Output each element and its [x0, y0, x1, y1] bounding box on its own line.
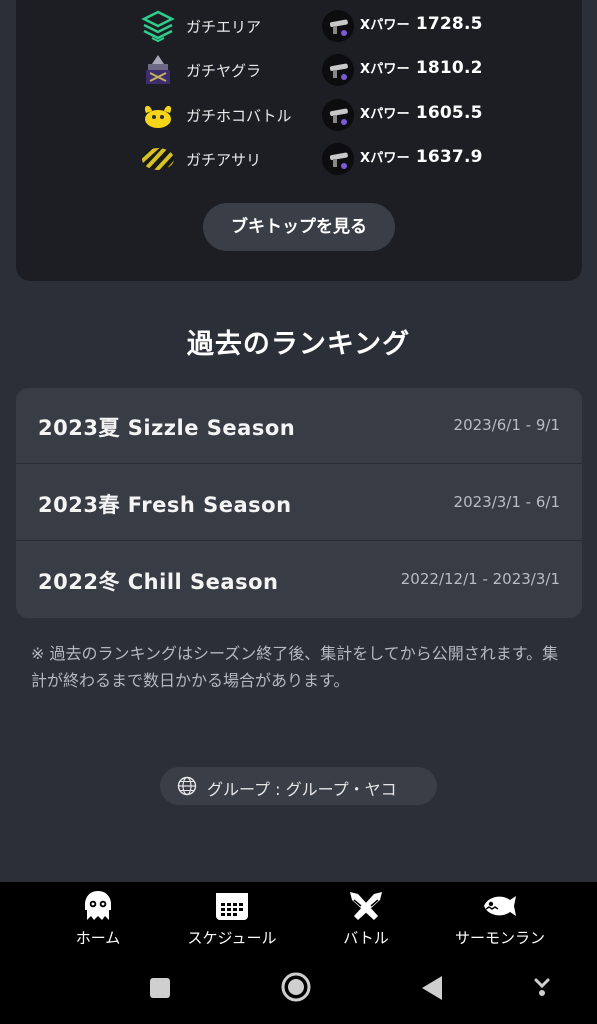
nav-label: ホーム: [75, 929, 121, 947]
season-dates: 2023/3/1 - 6/1: [453, 493, 560, 511]
mode-row-rainmaker: ガチホコバトル Xパワー 1605.5: [16, 95, 582, 135]
season-row-2022-winter[interactable]: 2022冬 Chill Season 2022/12/1 - 2023/3/1: [16, 542, 582, 618]
xpower-value: Xパワー 1728.5: [360, 14, 483, 34]
weapon-icon: [322, 99, 354, 131]
season-row-2023-summer[interactable]: 2023夏 Sizzle Season 2023/6/1 - 9/1: [16, 388, 582, 464]
season-dates: 2023/6/1 - 9/1: [453, 416, 560, 434]
nav-item-battle[interactable]: バトル: [326, 882, 406, 952]
xpower-value: Xパワー 1605.5: [360, 103, 483, 123]
squid-home-icon: [85, 891, 111, 920]
group-selector[interactable]: グループ : グループ・ヤコ: [160, 767, 437, 805]
xpower-value: Xパワー 1637.9: [360, 147, 483, 167]
recents-icon[interactable]: [148, 976, 172, 1000]
season-row-2023-spring[interactable]: 2023春 Fresh Season 2023/3/1 - 6/1: [16, 465, 582, 541]
weapon-icon: [322, 143, 354, 175]
salmon-icon: [484, 896, 516, 916]
nav-item-home[interactable]: ホーム: [58, 882, 138, 952]
view-weapon-top-button[interactable]: ブキトップを見る: [203, 203, 395, 251]
season-dates: 2022/12/1 - 2023/3/1: [400, 570, 560, 588]
nav-label: バトル: [343, 929, 389, 947]
home-circle-icon[interactable]: [280, 971, 312, 1003]
mode-row-tower-control: ガチヤグラ Xパワー 1810.2: [16, 50, 582, 90]
tower-control-icon: [146, 55, 170, 84]
globe-icon: [177, 776, 197, 796]
back-icon[interactable]: [420, 974, 446, 1002]
battle-icon: [350, 892, 382, 920]
nav-item-schedule[interactable]: スケジュール: [177, 882, 287, 952]
xpower-value: Xパワー 1810.2: [360, 58, 483, 78]
clam-blitz-icon: [142, 148, 174, 170]
season-name: 2023夏 Sizzle Season: [38, 416, 296, 440]
mode-row-clam-blitz: ガチアサリ Xパワー 1637.9: [16, 139, 582, 179]
nav-item-salmon-run[interactable]: サーモンラン: [445, 882, 555, 952]
rainmaker-icon: [144, 105, 172, 128]
nav-label: スケジュール: [187, 929, 277, 947]
system-nav-bar: [0, 952, 597, 1024]
nav-label: サーモンラン: [454, 929, 545, 947]
season-name: 2023春 Fresh Season: [38, 493, 292, 517]
xpower-card: ガチエリア Xパワー 1728.5 ガチヤグラ Xパワー 1810.2 ガチホコ…: [16, 0, 582, 281]
mode-row-splat-zones: ガチエリア Xパワー 1728.5: [16, 6, 582, 46]
season-list: 2023夏 Sizzle Season 2023/6/1 - 9/1 2023春…: [16, 388, 582, 618]
mode-name: ガチホコバトル: [186, 107, 292, 125]
calendar-icon: [216, 893, 248, 920]
group-label: グループ : グループ・ヤコ: [207, 780, 397, 799]
past-rankings-title: 過去のランキング: [186, 329, 411, 360]
bottom-nav: ホーム スケジュール バトル サーモンラン: [0, 882, 597, 952]
mode-name: ガチヤグラ: [186, 62, 262, 80]
mode-name: ガチアサリ: [186, 151, 262, 169]
weapon-icon: [322, 54, 354, 86]
keyboard-down-icon[interactable]: [532, 976, 552, 998]
splat-zones-icon: [141, 10, 175, 42]
season-name: 2022冬 Chill Season: [38, 570, 279, 594]
mode-name: ガチエリア: [186, 18, 262, 36]
past-rankings-note: ※ 過去のランキングはシーズン終了後、集計をしてから公開されます。集計が終わるま…: [31, 644, 559, 690]
weapon-icon: [322, 10, 354, 42]
